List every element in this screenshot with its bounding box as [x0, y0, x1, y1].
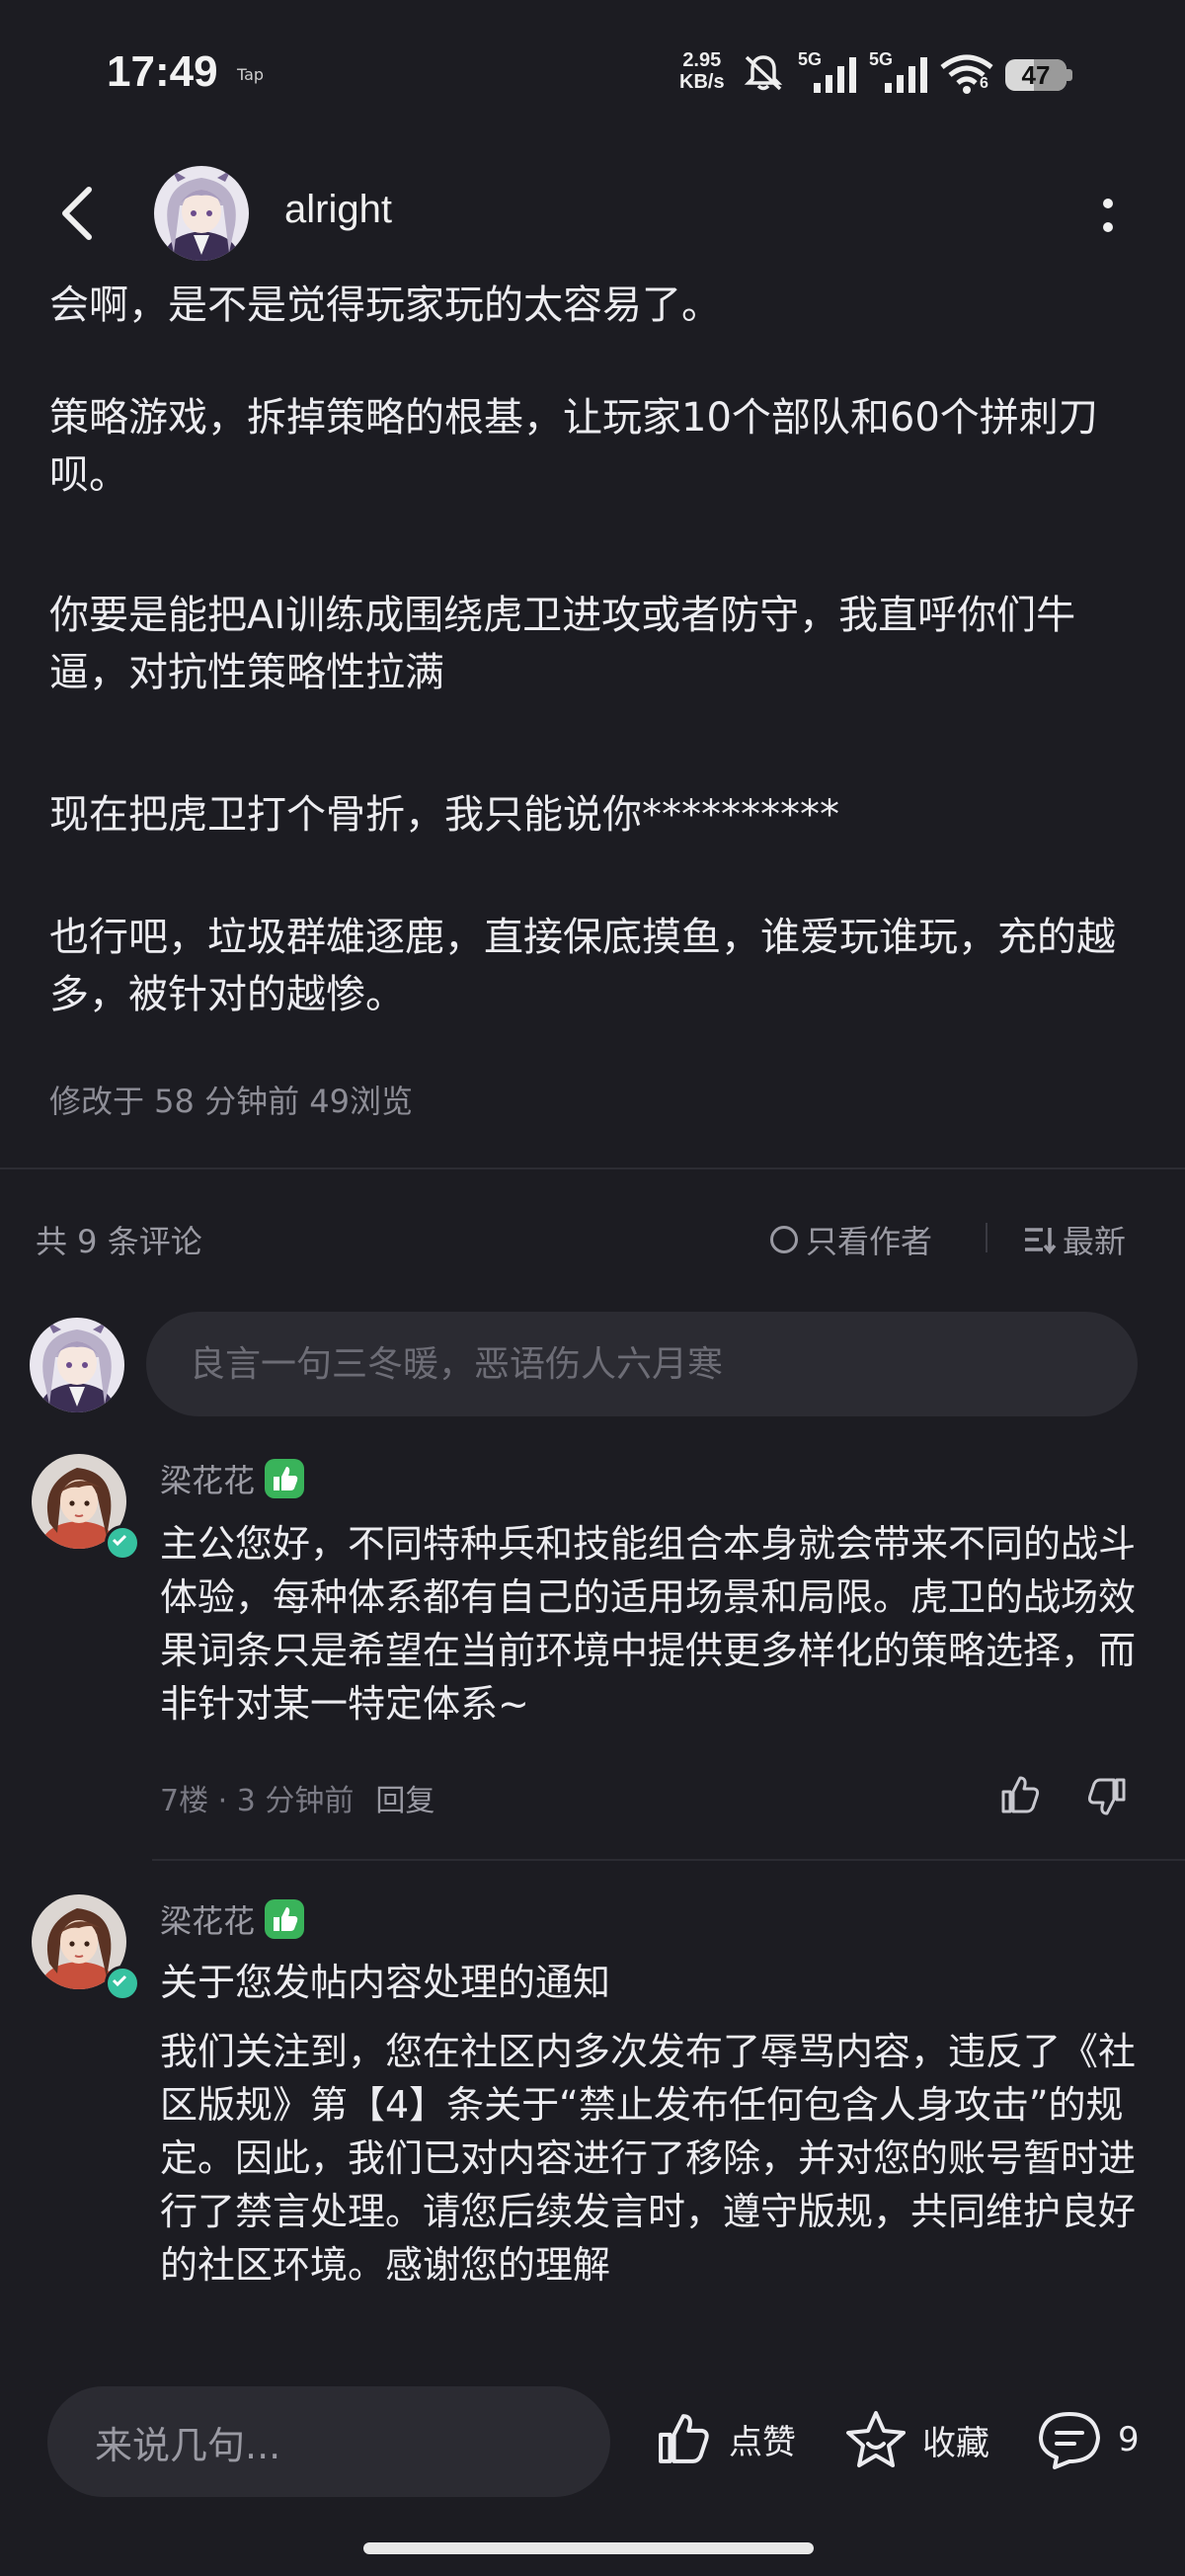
status-time: 17:49 [107, 47, 218, 96]
more-options-icon[interactable] [1094, 194, 1122, 241]
wifi-label: 6 [980, 75, 988, 92]
sort-button[interactable]: 最新 [1023, 1217, 1126, 1262]
post-meta: 修改于 58 分钟前 49浏览 [49, 1083, 413, 1120]
sort-list-icon [1025, 1228, 1057, 1254]
commenter-name[interactable]: 梁花花 [160, 1456, 305, 1501]
author-avatar[interactable] [154, 166, 249, 261]
favorite-button[interactable]: 收藏 [843, 2408, 989, 2471]
comment-like-icon[interactable] [997, 1772, 1043, 1817]
verified-check-icon [105, 1525, 140, 1561]
favorite-label: 收藏 [922, 2423, 989, 2463]
only-author-label: 只看作者 [806, 1223, 933, 1260]
signal-2-icon [885, 57, 927, 93]
comments-button[interactable]: 9 [1035, 2408, 1140, 2471]
header-separator [986, 1223, 988, 1252]
comment-title: 关于您发帖内容处理的通知 [160, 1961, 611, 2004]
battery-level: 47 [1021, 60, 1051, 90]
battery-tip [1066, 69, 1072, 81]
author-username[interactable]: alright [284, 188, 392, 232]
reply-button[interactable]: 回复 [375, 1784, 434, 1818]
like-button[interactable]: 点赞 [652, 2408, 796, 2469]
home-indicator[interactable] [363, 2542, 814, 2554]
network-speed: 2.95 KB/s [679, 49, 725, 93]
verified-check-icon [105, 1966, 140, 2001]
section-divider [0, 1167, 1185, 1169]
thumbs-up-icon [659, 2414, 709, 2463]
comment-text: 我们关注到，您在社区内多次发布了辱骂内容，违反了《社区版规》第【4】条关于“禁止… [160, 2030, 1137, 2287]
post-paragraph: 会啊，是不是觉得玩家玩的太容易了。 [49, 282, 721, 328]
commenter-name-label: 梁花花 [160, 1902, 256, 1940]
mute-bell-icon [744, 55, 783, 91]
comment-divider [152, 1859, 1185, 1861]
battery-icon: 47 [1005, 59, 1066, 91]
comment-bubble-icon [1039, 2412, 1100, 2469]
commenter-name-label: 梁花花 [160, 1462, 256, 1499]
post-paragraph: 也行吧，垃圾群雄逐鹿，直接保底摸鱼，谁爱玩谁玩，充的越多，被针对的越惨。 [49, 915, 1116, 1017]
star-icon [846, 2411, 906, 2467]
post-paragraph: 策略游戏，拆掉策略的根基，让玩家10个部队和60个拼刺刀呗。 [49, 395, 1098, 498]
official-badge-icon [265, 1459, 305, 1498]
sort-label: 最新 [1063, 1223, 1127, 1260]
post-paragraph: 你要是能把AI训练成围绕虎卫进攻或者防守，我直呼你们牛逼，对抗性策略性拉满 [49, 593, 1076, 695]
post-paragraph: 现在把虎卫打个骨折，我只能说你********** [49, 792, 839, 838]
comment-floor-time: 7楼 · 3 分钟前 [160, 1784, 355, 1818]
back-arrow-icon[interactable] [55, 184, 99, 243]
bottom-comment-input[interactable]: 来说几句... [47, 2386, 610, 2497]
comment-meta: 7楼 · 3 分钟前 回复 [160, 1776, 434, 1819]
radio-circle-icon [770, 1226, 798, 1253]
network-speed-unit: KB/s [679, 71, 725, 93]
self-avatar [30, 1318, 124, 1412]
signal-1-icon [814, 57, 856, 93]
only-author-toggle[interactable]: 只看作者 [770, 1217, 932, 1262]
comment-count: 共 9 条评论 [36, 1223, 202, 1260]
commenter-name[interactable]: 梁花花 [160, 1896, 305, 1942]
status-tap-label: Tap [237, 65, 265, 84]
like-label: 点赞 [729, 2422, 796, 2462]
official-badge-icon [265, 1899, 305, 1939]
comment-dislike-icon[interactable] [1084, 1774, 1130, 1819]
comment-count-badge: 9 [1118, 2420, 1140, 2459]
comment-input[interactable] [146, 1312, 1138, 1416]
network-speed-value: 2.95 [682, 49, 722, 71]
comment-text: 主公您好，不同特种兵和技能组合本身就会带来不同的战斗体验，每种体系都有自己的适用… [160, 1522, 1137, 1726]
